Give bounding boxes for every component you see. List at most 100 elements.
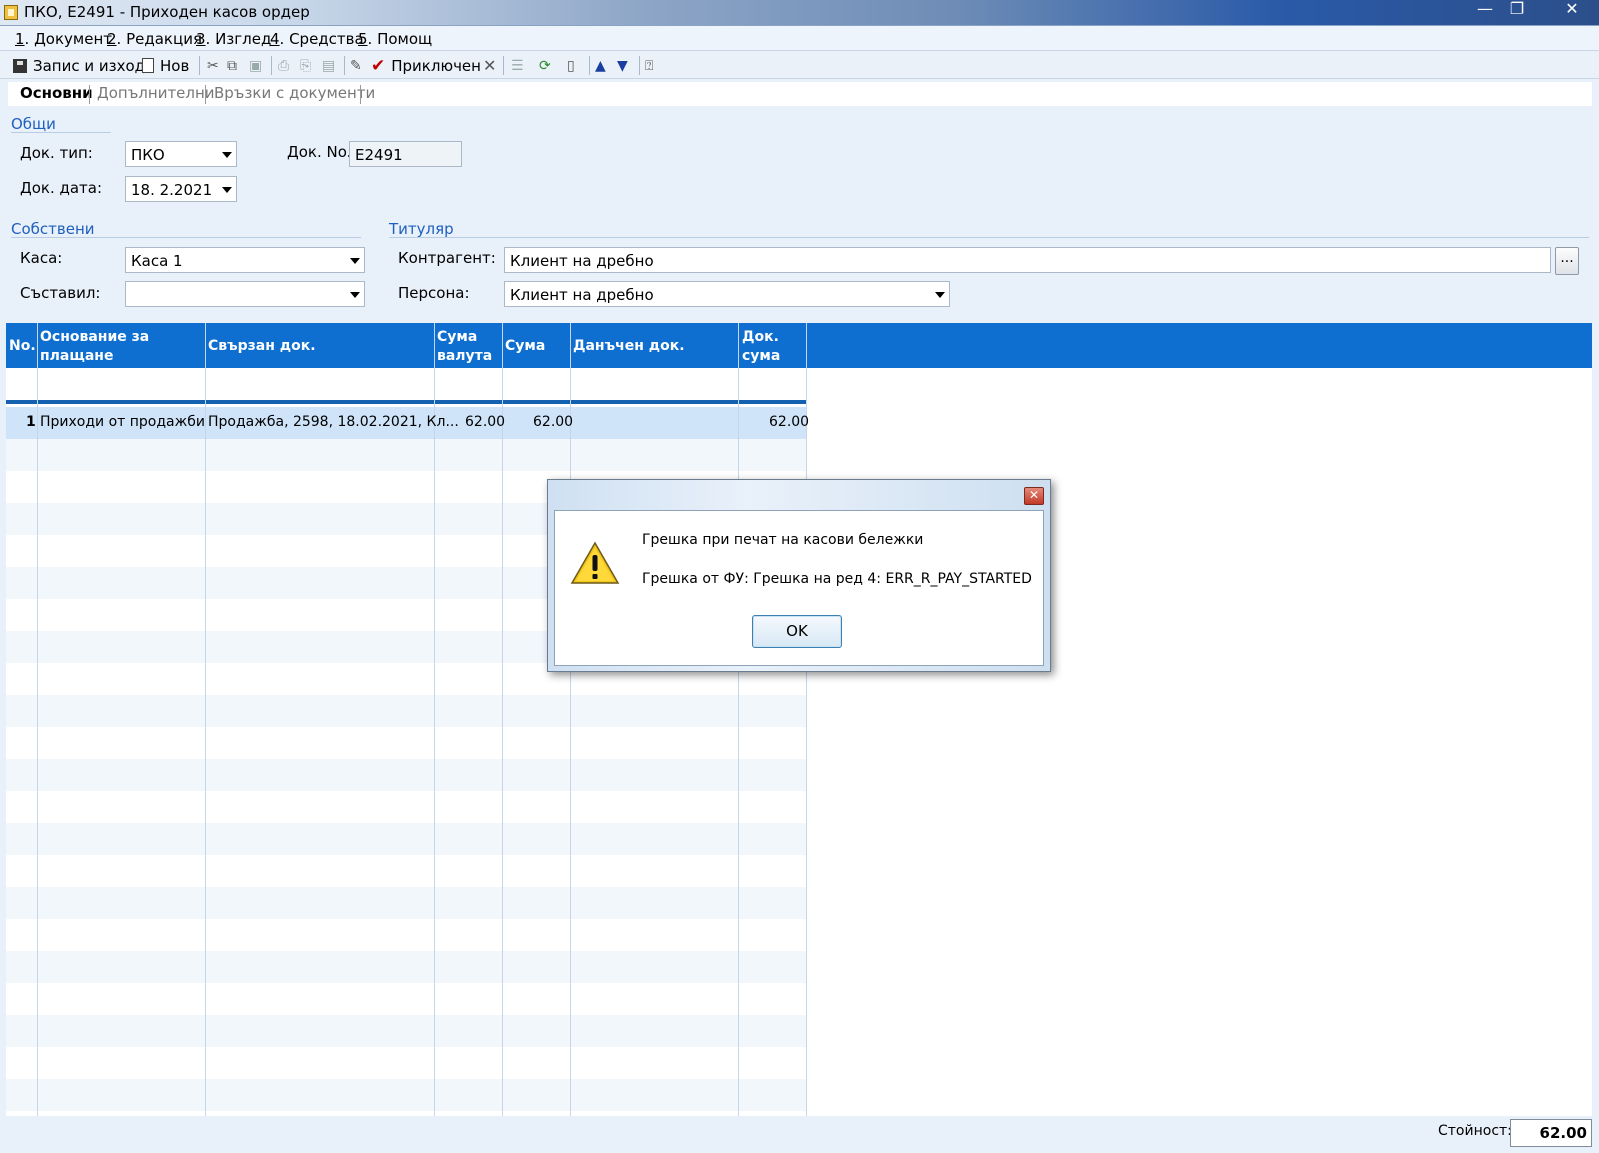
grid-row-stripe	[6, 1079, 807, 1111]
grid-row-stripe	[6, 695, 807, 727]
list-icon[interactable]: ☰	[511, 55, 524, 76]
column-header-linked-doc[interactable]: Свързан док.	[208, 337, 316, 356]
chevron-down-icon	[935, 292, 945, 298]
help-icon[interactable]: ⍰	[645, 55, 653, 76]
section-underline	[11, 132, 111, 133]
column-divider	[502, 323, 503, 1116]
dialog-content: Грешка при печат на касови бележки Грешк…	[554, 510, 1044, 666]
save-exit-button[interactable]: Запис и изход	[13, 55, 145, 76]
error-dialog: ✕ Грешка при печат на касови бележки Гре…	[547, 479, 1051, 672]
edit-document-icon[interactable]: ✎	[350, 55, 362, 76]
toolbar-separator	[639, 56, 640, 75]
grid-row-stripe	[6, 759, 807, 791]
column-divider	[570, 323, 571, 1116]
grid-row-stripe	[6, 951, 807, 983]
checkmark-icon: ✔	[371, 55, 386, 76]
title-bar: ПКО, E2491 - Приходен касов ордер — ❐ ✕	[0, 0, 1599, 26]
doc-date-picker[interactable]: 18. 2.2021	[125, 176, 237, 202]
total-value-field: 62.00	[1510, 1119, 1592, 1147]
section-underline	[11, 237, 361, 238]
toolbar-separator	[199, 56, 200, 75]
column-divider	[37, 323, 38, 1116]
chevron-down-icon	[222, 152, 232, 158]
maximize-button[interactable]: ❐	[1502, 0, 1532, 20]
cell-linked-doc[interactable]: Продажба, 2598, 18.02.2021, Кл...	[208, 414, 459, 430]
grid-row-stripe	[6, 823, 807, 855]
new-button[interactable]: Нов	[142, 55, 189, 76]
dialog-message-detail: Грешка от ФУ: Грешка на ред 4: ERR_R_PAY…	[642, 571, 1032, 587]
menu-help[interactable]: 5. Помощ	[358, 30, 432, 48]
grid-row-stripe	[6, 1015, 807, 1047]
ok-button[interactable]: OK	[752, 615, 842, 648]
menu-bar: 1. Документ 2. Редакция 3. Изглед 4. Сре…	[0, 26, 1599, 51]
person-label: Персона:	[398, 284, 470, 302]
composer-label: Съставил:	[20, 284, 101, 302]
print-setup-icon[interactable]: ▤	[322, 55, 335, 76]
save-icon	[13, 58, 27, 73]
total-value-label: Стойност:	[1438, 1123, 1512, 1139]
tab-divider	[205, 85, 206, 104]
new-document-icon	[142, 58, 154, 73]
dialog-message-title: Грешка при печат на касови бележки	[642, 532, 924, 548]
app-icon	[4, 5, 18, 20]
column-divider	[738, 323, 739, 1116]
grid-row-stripe	[6, 439, 807, 471]
menu-view[interactable]: 3. Изглед	[196, 30, 271, 48]
finished-button[interactable]: ✔ Приключен	[371, 55, 481, 76]
column-header-no[interactable]: No.	[9, 337, 36, 356]
section-general: Общи	[11, 115, 56, 133]
grid-header: No. Основание за плащане Свързан док. Сум…	[6, 323, 1592, 368]
minimize-button[interactable]: —	[1470, 0, 1500, 20]
arrow-down-icon[interactable]: ▼	[617, 55, 628, 76]
tab-additional[interactable]: Допълнителни	[97, 84, 215, 102]
doc-no-field: E2491	[349, 141, 462, 167]
counterparty-browse-button[interactable]: ...	[1555, 247, 1579, 275]
arrow-up-icon[interactable]: ▲	[595, 55, 606, 76]
column-header-sum[interactable]: Сума	[505, 337, 545, 356]
copy-icon[interactable]: ⧉	[227, 55, 237, 76]
close-window-button[interactable]: ✕	[1552, 0, 1592, 20]
composer-select[interactable]	[125, 281, 365, 307]
dialog-close-button[interactable]: ✕	[1024, 487, 1044, 505]
doc-type-select[interactable]: ПКО	[125, 141, 237, 167]
cell-sum[interactable]: 62.00	[533, 414, 573, 430]
cell-doc-sum[interactable]: 62.00	[769, 414, 809, 430]
menu-tools[interactable]: 4. Средства	[270, 30, 364, 48]
print-icon[interactable]: ⎙	[278, 55, 289, 76]
print-preview-icon[interactable]: ⎘	[300, 55, 311, 76]
column-header-reason[interactable]: Основание за плащане	[40, 328, 149, 366]
tab-document-links[interactable]: Връзки с документи	[214, 84, 375, 102]
cash-select[interactable]: Каса 1	[125, 247, 365, 273]
grid-row-stripe	[6, 887, 807, 919]
cut-icon[interactable]: ✂	[207, 55, 219, 76]
new-row-separator	[6, 400, 807, 404]
column-divider	[205, 323, 206, 1116]
column-header-tax-doc[interactable]: Данъчен док.	[573, 337, 685, 356]
menu-edit[interactable]: 2. Редакция	[107, 30, 202, 48]
section-own: Собствени	[11, 220, 95, 238]
cell-no[interactable]: 1	[26, 414, 36, 430]
toolbar-separator	[271, 56, 272, 75]
tab-main[interactable]: Основни	[20, 84, 93, 102]
cell-reason[interactable]: Приходи от продажби	[40, 414, 205, 430]
column-header-currency-sum[interactable]: Сума валута	[437, 328, 492, 366]
refresh-icon[interactable]: ⟳	[539, 55, 551, 76]
column-divider	[806, 323, 807, 1116]
tab-divider	[89, 85, 90, 104]
counterparty-field[interactable]: Клиент на дребно	[504, 247, 1551, 273]
tab-divider	[360, 85, 361, 104]
column-divider	[434, 323, 435, 1116]
menu-document[interactable]: 1. Документ	[15, 30, 112, 48]
doc-no-label: Док. No.	[287, 143, 352, 161]
tab-strip: Основни Допълнителни Връзки с документи	[8, 82, 1592, 106]
toolbar-separator	[589, 56, 590, 75]
column-header-doc-sum[interactable]: Док. сума	[742, 328, 780, 366]
cancel-icon[interactable]: ✕	[483, 55, 496, 76]
page-icon[interactable]: ▯	[567, 55, 575, 76]
section-holder: Титуляр	[389, 220, 454, 238]
paste-icon[interactable]: ▣	[249, 55, 262, 76]
cell-currency-sum[interactable]: 62.00	[465, 414, 505, 430]
toolbar-separator	[344, 56, 345, 75]
doc-type-label: Док. тип:	[20, 144, 93, 162]
person-select[interactable]: Клиент на дребно	[504, 281, 950, 307]
